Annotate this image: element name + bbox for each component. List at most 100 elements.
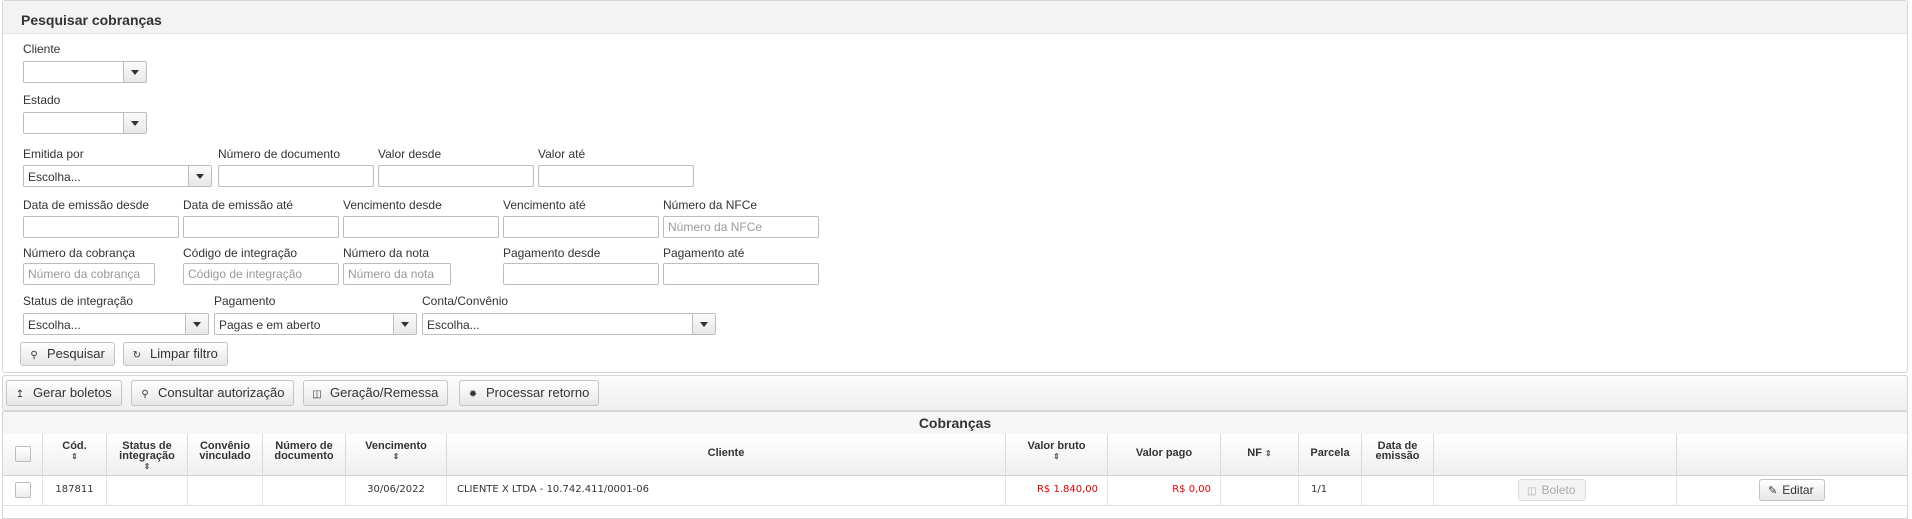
boleto-button[interactable]: ◫ Boleto	[1518, 479, 1587, 501]
valor-ate-label: Valor até	[538, 147, 586, 161]
header-vencimento[interactable]: Vencimento ⇕	[346, 434, 447, 475]
select-all-checkbox[interactable]	[15, 446, 31, 462]
numero-nota-input[interactable]	[343, 263, 451, 285]
table-row[interactable]: 187811 30/06/2022 CLIENTE X LTDA - 10.74…	[3, 475, 1907, 506]
emitida-por-select[interactable]: Escolha...	[23, 165, 212, 187]
geracao-remessa-button[interactable]: ◫ Geração/Remessa	[303, 380, 449, 406]
header-valor-bruto-label: Valor bruto	[1027, 440, 1086, 452]
header-nf-label: NF	[1247, 447, 1262, 459]
data-emissao-ate-input[interactable]	[183, 216, 339, 238]
data-emissao-desde-label: Data de emissão desde	[23, 198, 150, 212]
valor-desde-label: Valor desde	[378, 147, 442, 161]
chevron-down-icon[interactable]	[188, 166, 211, 186]
numero-nota-label: Número da nota	[343, 246, 430, 260]
header-data-emissao: Data de emissão	[1362, 434, 1434, 475]
data-emissao-ate-label: Data de emissão até	[183, 198, 294, 212]
chevron-down-icon[interactable]	[393, 314, 416, 334]
sort-icon: ⇕	[392, 452, 400, 461]
status-integracao-select[interactable]: Escolha...	[23, 313, 209, 335]
header-valor-bruto[interactable]: Valor bruto ⇕	[1006, 434, 1108, 475]
cell-vencimento: 30/06/2022	[346, 475, 447, 505]
pesquisar-button[interactable]: ⚲ Pesquisar	[20, 342, 115, 366]
chevron-down-icon[interactable]	[185, 314, 208, 334]
estado-label: Estado	[23, 93, 61, 107]
pagamento-value: Pagas e em aberto	[219, 318, 321, 332]
chevron-down-icon[interactable]	[692, 314, 715, 334]
pagamento-desde-label: Pagamento desde	[503, 246, 601, 260]
cliente-label: Cliente	[23, 42, 61, 56]
boleto-label: Boleto	[1541, 483, 1576, 497]
estado-select[interactable]	[23, 112, 147, 134]
pagamento-select[interactable]: Pagas e em aberto	[214, 313, 417, 335]
search-icon: ⚲	[30, 350, 38, 361]
header-status-line2: integração	[119, 450, 175, 462]
codigo-integracao-label: Código de integração	[183, 246, 298, 260]
editar-label: Editar	[1782, 483, 1814, 497]
vencimento-ate-label: Vencimento até	[503, 198, 586, 212]
editar-button[interactable]: ✎ Editar	[1759, 479, 1825, 501]
header-boleto-action	[1434, 434, 1677, 475]
numero-documento-input[interactable]	[218, 165, 374, 187]
cell-cod: 187811	[43, 475, 107, 505]
processar-retorno-button[interactable]: ✹ Processar retorno	[459, 380, 600, 406]
valor-ate-input[interactable]	[538, 165, 694, 187]
chevron-down-icon[interactable]	[123, 62, 146, 82]
codigo-integracao-input[interactable]	[183, 263, 339, 285]
conta-convenio-select[interactable]: Escolha...	[422, 313, 716, 335]
pagamento-ate-label: Pagamento até	[663, 246, 745, 260]
header-parcela: Parcela	[1299, 434, 1362, 475]
header-cliente: Cliente	[447, 434, 1006, 475]
numero-cobranca-label: Número da cobrança	[23, 246, 136, 260]
limpar-filtro-label: Limpar filtro	[150, 346, 218, 361]
vencimento-ate-input[interactable]	[503, 216, 659, 238]
cell-convenio	[188, 475, 263, 505]
cell-valor-pago: R$ 0,00	[1108, 475, 1221, 505]
cell-cliente: CLIENTE X LTDA - 10.742.411/0001-06	[447, 475, 1006, 505]
cell-parcela: 1/1	[1299, 475, 1362, 505]
cell-data-emissao	[1362, 475, 1434, 505]
cobrancas-table: Cobranças Cód. ⇕ Status de integração ⇕ Con…	[2, 411, 1908, 519]
cell-numero-documento	[263, 475, 346, 505]
header-valor-pago: Valor pago	[1108, 434, 1221, 475]
gerar-boletos-label: Gerar boletos	[33, 385, 112, 400]
gerar-boletos-button[interactable]: ↥ Gerar boletos	[6, 380, 122, 406]
status-integracao-label: Status de integração	[23, 294, 134, 308]
header-vencimento-label: Vencimento	[365, 440, 427, 452]
gear-icon: ✹	[468, 389, 478, 400]
header-status-integracao[interactable]: Status de integração ⇕	[107, 434, 188, 475]
valor-desde-input[interactable]	[378, 165, 534, 187]
conta-convenio-value: Escolha...	[427, 318, 480, 332]
header-convenio-line2: vinculado	[199, 450, 251, 462]
header-numero-documento: Número de documento	[263, 434, 346, 475]
table-header: Cód. ⇕ Status de integração ⇕ Convênio vincu…	[3, 434, 1907, 476]
row-checkbox[interactable]	[15, 482, 31, 498]
numero-cobranca-input[interactable]	[23, 263, 155, 285]
numero-nfce-input[interactable]	[663, 216, 819, 238]
search-panel-header: Pesquisar cobranças	[3, 1, 1907, 34]
numero-documento-label: Número de documento	[218, 147, 341, 161]
sort-icon: ⇕	[71, 452, 78, 461]
emitida-por-label: Emitida por	[23, 147, 84, 161]
header-cod[interactable]: Cód. ⇕	[43, 434, 107, 475]
consultar-autorizacao-label: Consultar autorização	[158, 385, 285, 400]
header-convenio: Convênio vinculado	[188, 434, 263, 475]
cell-editar-action: ✎ Editar	[1677, 475, 1907, 505]
pagamento-ate-input[interactable]	[663, 263, 819, 285]
data-emissao-desde-input[interactable]	[23, 216, 179, 238]
consultar-autorizacao-button[interactable]: ⚲ Consultar autorização	[131, 380, 295, 406]
cliente-select[interactable]	[23, 61, 147, 83]
limpar-filtro-button[interactable]: ↻ Limpar filtro	[123, 342, 228, 366]
sort-icon: ⇕	[1265, 449, 1272, 458]
pesquisar-label: Pesquisar	[47, 346, 105, 361]
header-numero-line2: documento	[274, 450, 334, 462]
header-nf[interactable]: NF ⇕	[1221, 434, 1299, 475]
cell-status-integracao	[107, 475, 188, 505]
processar-retorno-label: Processar retorno	[486, 385, 590, 400]
pagamento-desde-input[interactable]	[503, 263, 659, 285]
vencimento-desde-input[interactable]	[343, 216, 499, 238]
sort-icon: ⇕	[1053, 452, 1060, 461]
refresh-icon: ↻	[132, 350, 142, 361]
upload-icon: ↥	[15, 389, 25, 400]
chevron-down-icon[interactable]	[123, 113, 146, 133]
status-integracao-value: Escolha...	[28, 318, 81, 332]
